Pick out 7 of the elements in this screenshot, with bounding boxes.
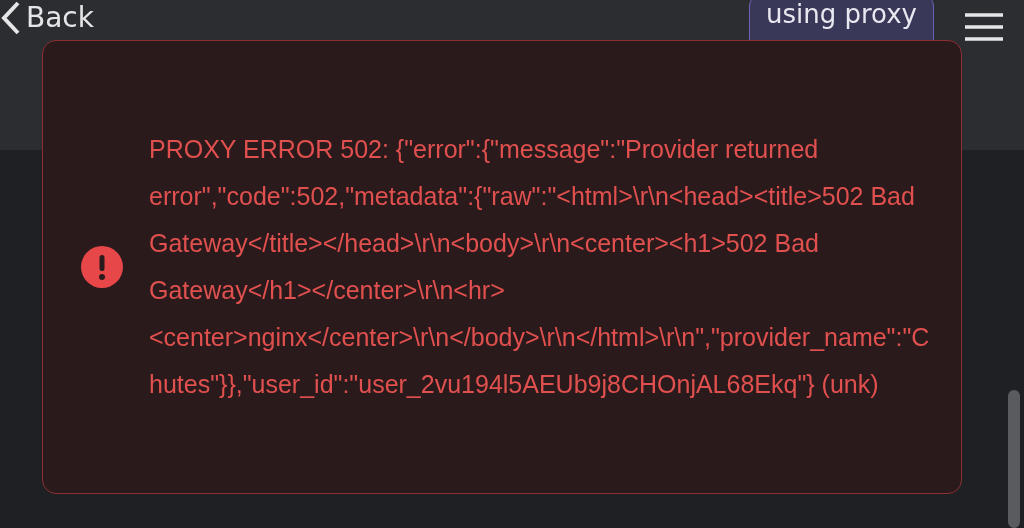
scrollbar[interactable] — [1008, 390, 1020, 528]
exclamation-icon — [81, 246, 123, 288]
error-message: PROXY ERROR 502: {"error":{"message":"Provider returned error","code":502,"metadata":{"raw":"<html>\r\n<head><title>502 Bad Gateway</title></head>\r\n<body>\r\n<center><h1>502 Bad Gateway</h1></center>\r\n<hr><center>nginx</center>\r\n</body>\r\n</html>\r\n","provider_name":"Chutes"}},"user_id":"user_2vu194l5AEUb9j8CHOnjAL68Ekq"} (unk) — [149, 134, 931, 400]
menu-button[interactable] — [964, 12, 1004, 42]
menu-icon — [964, 12, 1004, 42]
chevron-left-icon — [0, 0, 22, 36]
back-link[interactable]: Back — [0, 0, 94, 36]
